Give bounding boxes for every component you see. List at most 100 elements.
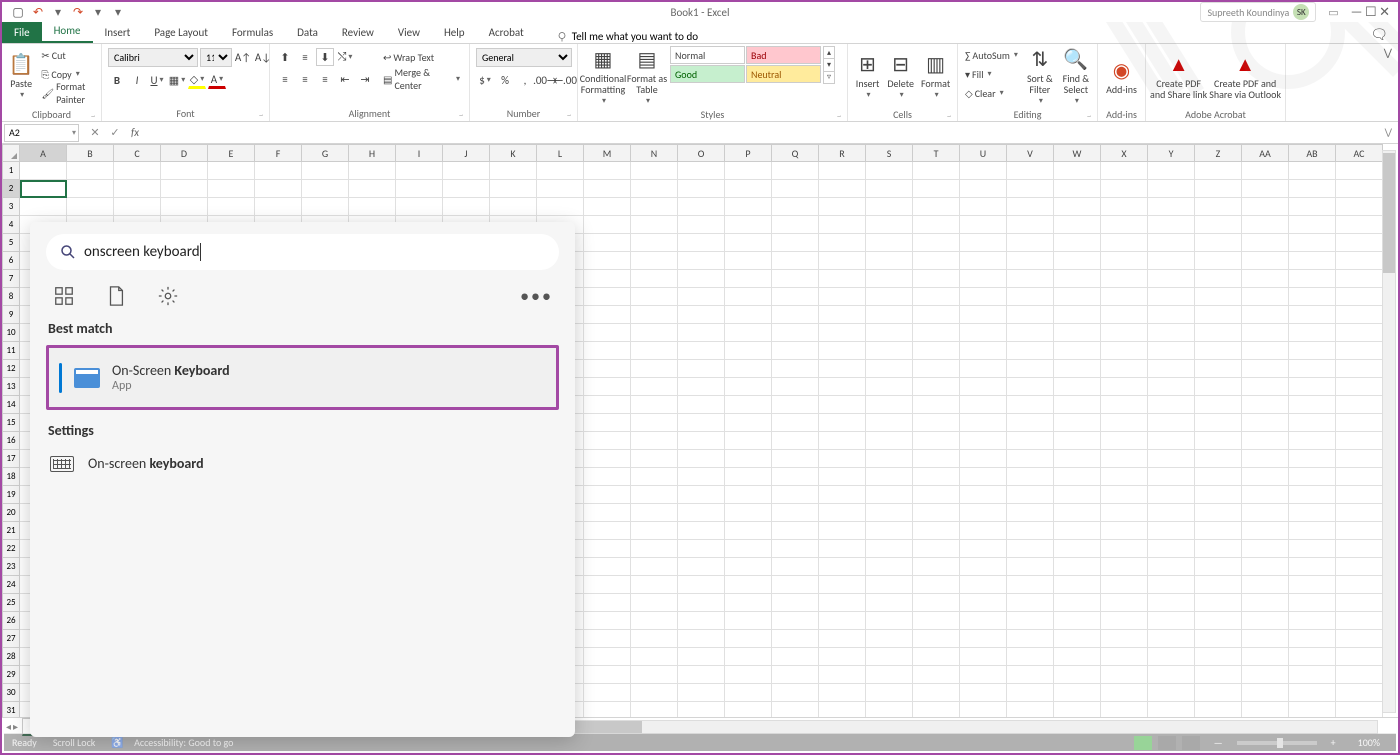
cell-Z9[interactable] (1195, 306, 1242, 324)
create-pdf-outlook-button[interactable]: ▲Create PDF and Share via Outlook (1209, 46, 1281, 108)
cell-P3[interactable] (725, 198, 772, 216)
cell-M18[interactable] (584, 468, 631, 486)
cell-I2[interactable] (396, 180, 443, 198)
align-center-icon[interactable]: ≡ (296, 70, 314, 88)
cell-O4[interactable] (678, 216, 725, 234)
style-bad[interactable]: Bad (746, 46, 821, 64)
cell-AB24[interactable] (1289, 576, 1336, 594)
cell-D2[interactable] (161, 180, 208, 198)
cell-F2[interactable] (255, 180, 302, 198)
align-top-icon[interactable]: ⬆ (276, 48, 294, 66)
cell-T2[interactable] (913, 180, 960, 198)
cell-M6[interactable] (584, 252, 631, 270)
cell-Q20[interactable] (772, 504, 819, 522)
cell-S2[interactable] (866, 180, 913, 198)
cell-AB1[interactable] (1289, 162, 1336, 180)
cell-M12[interactable] (584, 360, 631, 378)
column-header-U[interactable]: U (960, 144, 1007, 162)
cell-U28[interactable] (960, 648, 1007, 666)
search-result-on-screen-keyboard[interactable]: On-Screen Keyboard App (46, 345, 559, 410)
column-header-O[interactable]: O (678, 144, 725, 162)
cell-P13[interactable] (725, 378, 772, 396)
cell-Y12[interactable] (1148, 360, 1195, 378)
cell-Q25[interactable] (772, 594, 819, 612)
cell-V31[interactable] (1007, 702, 1054, 717)
zoom-level[interactable]: 100% (1350, 736, 1388, 749)
cell-G2[interactable] (302, 180, 349, 198)
row-header-17[interactable]: 17 (2, 450, 20, 468)
cell-U25[interactable] (960, 594, 1007, 612)
cell-R31[interactable] (819, 702, 866, 717)
cell-N27[interactable] (631, 630, 678, 648)
cell-S15[interactable] (866, 414, 913, 432)
user-account[interactable]: Supreeth Koundinya SK (1200, 2, 1316, 22)
cell-U29[interactable] (960, 666, 1007, 684)
cell-W12[interactable] (1054, 360, 1101, 378)
cell-U17[interactable] (960, 450, 1007, 468)
column-header-Y[interactable]: Y (1148, 144, 1195, 162)
cell-W14[interactable] (1054, 396, 1101, 414)
cell-O8[interactable] (678, 288, 725, 306)
cell-X10[interactable] (1101, 324, 1148, 342)
cell-S21[interactable] (866, 522, 913, 540)
cell-T30[interactable] (913, 684, 960, 702)
cell-AA10[interactable] (1242, 324, 1289, 342)
cell-M3[interactable] (584, 198, 631, 216)
fx-icon[interactable]: fx (127, 126, 143, 139)
cell-W5[interactable] (1054, 234, 1101, 252)
cell-R26[interactable] (819, 612, 866, 630)
cell-styles-gallery[interactable]: Normal Bad Good Neutral (670, 46, 821, 83)
cell-V24[interactable] (1007, 576, 1054, 594)
column-header-C[interactable]: C (114, 144, 161, 162)
cell-I1[interactable] (396, 162, 443, 180)
cell-S19[interactable] (866, 486, 913, 504)
cell-R4[interactable] (819, 216, 866, 234)
cell-N29[interactable] (631, 666, 678, 684)
cell-S8[interactable] (866, 288, 913, 306)
cell-R23[interactable] (819, 558, 866, 576)
cell-AA8[interactable] (1242, 288, 1289, 306)
sheet-nav-prev-icon[interactable]: ◂ (6, 720, 11, 733)
cell-T15[interactable] (913, 414, 960, 432)
cell-X24[interactable] (1101, 576, 1148, 594)
row-header-20[interactable]: 20 (2, 504, 20, 522)
cell-R20[interactable] (819, 504, 866, 522)
cell-U22[interactable] (960, 540, 1007, 558)
cell-P17[interactable] (725, 450, 772, 468)
cell-Q12[interactable] (772, 360, 819, 378)
cell-Y11[interactable] (1148, 342, 1195, 360)
cell-T25[interactable] (913, 594, 960, 612)
cell-AA18[interactable] (1242, 468, 1289, 486)
cell-P24[interactable] (725, 576, 772, 594)
cell-AA3[interactable] (1242, 198, 1289, 216)
cell-O26[interactable] (678, 612, 725, 630)
cell-Z27[interactable] (1195, 630, 1242, 648)
cell-U26[interactable] (960, 612, 1007, 630)
cell-AB28[interactable] (1289, 648, 1336, 666)
cell-H3[interactable] (349, 198, 396, 216)
cell-AB10[interactable] (1289, 324, 1336, 342)
cell-B1[interactable] (67, 162, 114, 180)
cell-Y19[interactable] (1148, 486, 1195, 504)
column-header-Q[interactable]: Q (772, 144, 819, 162)
undo-button[interactable]: ↶ (30, 4, 46, 20)
cell-M14[interactable] (584, 396, 631, 414)
cell-W4[interactable] (1054, 216, 1101, 234)
column-header-V[interactable]: V (1007, 144, 1054, 162)
cell-X6[interactable] (1101, 252, 1148, 270)
row-header-27[interactable]: 27 (2, 630, 20, 648)
cell-M5[interactable] (584, 234, 631, 252)
normal-view-icon[interactable] (1134, 736, 1152, 750)
cell-U27[interactable] (960, 630, 1007, 648)
cell-AA1[interactable] (1242, 162, 1289, 180)
cell-S20[interactable] (866, 504, 913, 522)
cell-R2[interactable] (819, 180, 866, 198)
cell-P29[interactable] (725, 666, 772, 684)
filter-documents-icon[interactable] (104, 284, 128, 308)
cell-Q22[interactable] (772, 540, 819, 558)
cell-Z17[interactable] (1195, 450, 1242, 468)
cell-T7[interactable] (913, 270, 960, 288)
cell-W28[interactable] (1054, 648, 1101, 666)
tab-view[interactable]: View (386, 22, 432, 43)
cell-AA12[interactable] (1242, 360, 1289, 378)
